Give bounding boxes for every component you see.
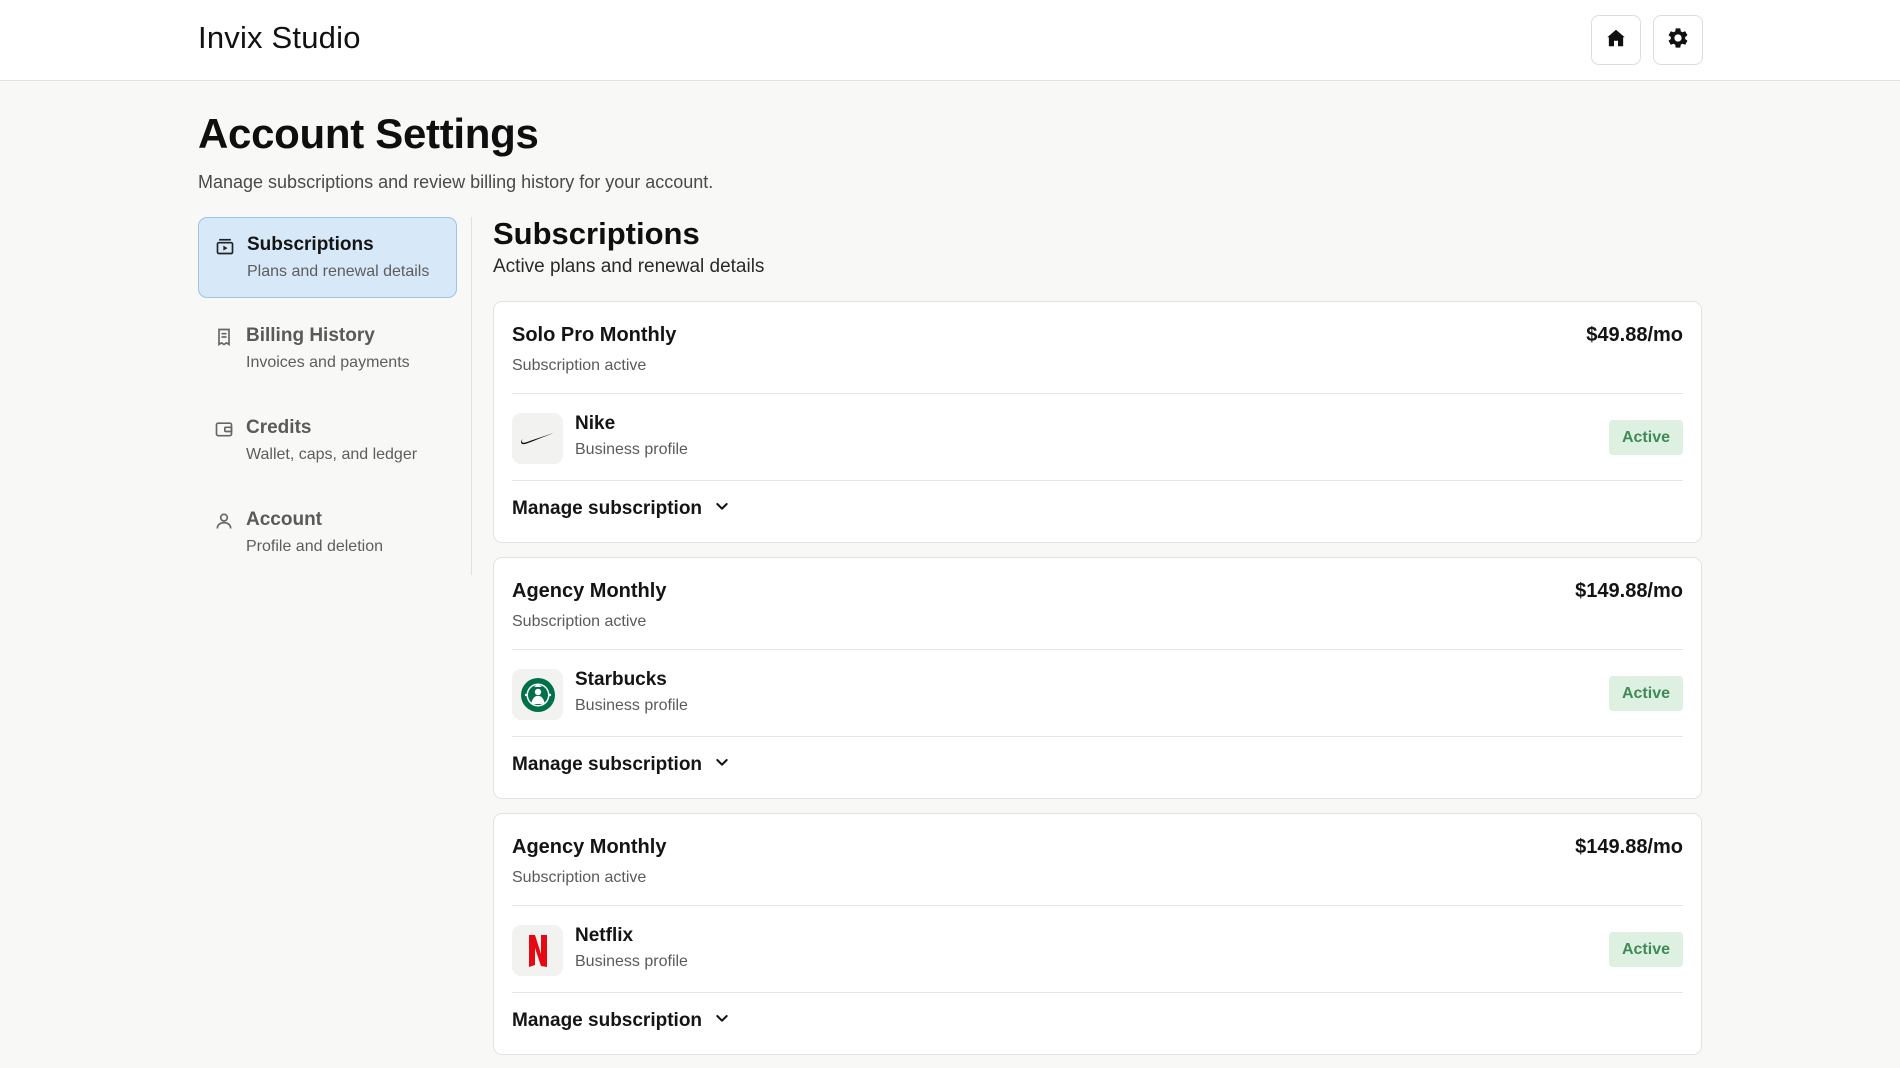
divider [512,649,1683,650]
business-name: Netflix [575,925,634,946]
sidebar-item-title: Account [246,509,322,530]
business-name: Starbucks [575,669,667,690]
settings-sidebar: Subscriptions Plans and renewal details … [198,217,472,575]
gear-icon [1666,26,1690,55]
divider [512,736,1683,737]
sidebar-item-desc: Wallet, caps, and ledger [246,446,418,463]
settings-button[interactable] [1653,15,1703,65]
sidebar-item-title: Subscriptions [247,234,374,255]
business-type: Business profile [575,953,688,970]
sidebar-item-title: Credits [246,417,312,438]
plan-name: Agency Monthly [512,836,667,858]
chevron-down-icon [714,498,730,520]
status-badge: Active [1608,676,1683,711]
user-icon [213,510,235,532]
plan-price: $149.88/mo [1575,580,1683,602]
plan-status: Subscription active [512,869,647,886]
top-bar: Invix Studio [0,0,1900,81]
manage-subscription-label: Manage subscription [512,498,703,519]
plan-name: Solo Pro Monthly [512,324,677,346]
divider [512,905,1683,906]
wallet-icon [213,418,235,440]
sidebar-item-account[interactable]: Account Profile and deletion [198,493,457,574]
manage-subscription-toggle[interactable]: Manage subscription [512,1010,730,1032]
manage-subscription-label: Manage subscription [512,754,703,775]
plan-status: Subscription active [512,613,647,630]
section-title: Subscriptions [493,216,700,251]
divider [512,393,1683,394]
sidebar-item-billing-history[interactable]: Billing History Invoices and payments [198,309,457,390]
home-icon [1605,27,1627,54]
business-type: Business profile [575,441,688,458]
status-badge: Active [1608,420,1683,455]
sidebar-item-credits[interactable]: Credits Wallet, caps, and ledger [198,401,457,482]
subscription-card: Agency Monthly Subscription active $149.… [493,557,1702,799]
status-badge: Active [1608,932,1683,967]
sidebar-item-subscriptions[interactable]: Subscriptions Plans and renewal details [198,217,457,298]
plan-name: Agency Monthly [512,580,667,602]
sidebar-item-desc: Plans and renewal details [247,263,430,280]
sidebar-item-desc: Invoices and payments [246,354,410,371]
sidebar-item-desc: Profile and deletion [246,538,383,555]
subscriptions-icon [214,235,236,257]
divider [512,480,1683,481]
receipt-icon [213,326,235,348]
sidebar-item-title: Billing History [246,325,375,346]
page-subtitle: Manage subscriptions and review billing … [198,172,714,192]
section-subtitle: Active plans and renewal details [493,256,765,277]
home-button[interactable] [1591,15,1641,65]
manage-subscription-toggle[interactable]: Manage subscription [512,754,730,776]
nike-logo [512,413,563,464]
subscription-card: Agency Monthly Subscription active $149.… [493,813,1702,1055]
business-name: Nike [575,413,616,434]
brand-name[interactable]: Invix Studio [198,20,361,56]
chevron-down-icon [714,754,730,776]
page-title: Account Settings [198,110,539,157]
netflix-logo [512,925,563,976]
chevron-down-icon [714,1010,730,1032]
plan-status: Subscription active [512,357,647,374]
manage-subscription-label: Manage subscription [512,1010,703,1031]
starbucks-logo [512,669,563,720]
manage-subscription-toggle[interactable]: Manage subscription [512,498,730,520]
plan-price: $149.88/mo [1575,836,1683,858]
plan-price: $49.88/mo [1586,324,1683,346]
divider [512,992,1683,993]
business-type: Business profile [575,697,688,714]
subscription-card: Solo Pro Monthly Subscription active $49… [493,301,1702,543]
